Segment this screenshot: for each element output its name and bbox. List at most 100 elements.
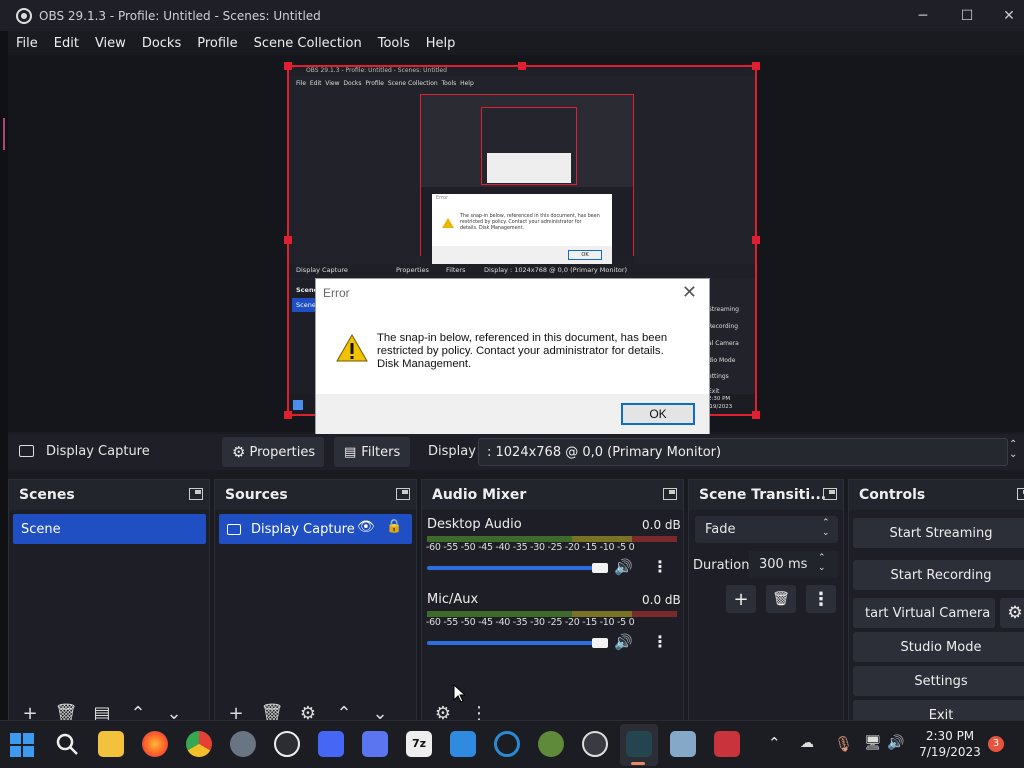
resize-handle-r[interactable] (752, 236, 760, 244)
obs-active-icon[interactable] (626, 731, 652, 757)
maximize-button[interactable]: ☐ (944, 0, 990, 31)
virtual-camera-settings-gear-icon[interactable]: ⚙ (1000, 598, 1024, 628)
app-w2-icon[interactable] (362, 731, 388, 757)
windows-start-icon[interactable] (10, 733, 34, 757)
close-button[interactable]: ✕ (986, 0, 1024, 31)
start-virtual-camera-button[interactable]: tart Virtual Camera (853, 598, 995, 628)
mic-aux-volume-slider[interactable] (427, 641, 607, 645)
menu-scene-collection[interactable]: Scene Collection (246, 36, 370, 51)
chrome-icon[interactable] (186, 731, 212, 757)
mic-aux-label: Mic/Aux (427, 592, 479, 607)
ok-button[interactable]: OK (621, 403, 695, 425)
desktop-audio-volume-slider[interactable] (427, 566, 607, 570)
filters-icon: ▤ (344, 444, 357, 460)
inner-title: OBS 29.1.3 - Profile: Untitled - Scenes:… (306, 67, 447, 74)
duration-label: Duration (693, 558, 750, 573)
undock-icon[interactable] (189, 488, 203, 500)
inner-error-msg: The snap-in below, referenced in this do… (460, 214, 600, 231)
inner-error-dialog: Error The snap-in below, referenced in t… (432, 194, 612, 264)
resize-handle-br[interactable] (752, 411, 760, 419)
mixer-title: Audio Mixer (432, 487, 527, 503)
volume-icon[interactable]: 🔊 (887, 735, 904, 751)
search-icon[interactable] (55, 732, 79, 756)
undock-icon[interactable] (396, 488, 410, 500)
photos-icon[interactable] (670, 731, 696, 757)
undock-icon[interactable] (823, 488, 837, 500)
more-options-icon[interactable]: ⋮ (652, 557, 668, 576)
obs-icon[interactable] (274, 731, 300, 757)
transition-properties-button[interactable]: ⋮ (806, 585, 836, 613)
menu-docks[interactable]: Docks (134, 36, 189, 51)
notepad-icon[interactable] (450, 731, 476, 757)
transition-select-chevron-icon: ⌃ ⌄ (822, 518, 830, 538)
cloud-icon[interactable]: ☁ (800, 735, 814, 751)
menu-edit[interactable]: Edit (46, 36, 87, 51)
minimize-button[interactable]: ─ (900, 0, 946, 31)
notification-badge[interactable]: 3 (988, 736, 1004, 752)
undock-icon[interactable] (663, 488, 677, 500)
visibility-eye-icon[interactable]: 👁 (357, 519, 375, 535)
plant-app-icon[interactable] (538, 731, 564, 757)
desktop-audio-db: 0.0 dB (642, 518, 681, 532)
desktop-audio-label: Desktop Audio (427, 517, 522, 532)
start-streaming-button[interactable]: Start Streaming (853, 518, 1024, 548)
title-bar: OBS 29.1.3 - Profile: Untitled - Scenes:… (0, 0, 1024, 31)
menu-tools[interactable]: Tools (370, 36, 418, 51)
lock-icon[interactable]: 🔒 (386, 519, 402, 534)
resize-handle-tl[interactable] (284, 62, 292, 70)
inner-display-value: : 1024x768 @ 0,0 (Primary Monitor) (510, 266, 628, 274)
filters-button[interactable]: ▤ Filters (334, 437, 410, 467)
undock-icon[interactable] (1017, 488, 1024, 500)
add-transition-button[interactable]: + (726, 585, 756, 613)
resize-handle-bl[interactable] (284, 411, 292, 419)
speaker-icon[interactable]: 🔊 (614, 633, 633, 651)
mic-aux-volume-knob[interactable] (591, 638, 608, 648)
display-label: Display (428, 444, 476, 459)
obs-logo-icon (16, 7, 32, 24)
display-select-chevron-icon[interactable]: ⌃ ⌄ (1009, 440, 1017, 460)
cards-app-icon[interactable] (714, 731, 740, 757)
inner-error-ok: OK (568, 250, 602, 260)
scene-item[interactable]: Scene (13, 514, 206, 544)
speaker-icon[interactable]: 🔊 (614, 558, 633, 576)
tray-chevron-icon[interactable]: ⌃ (768, 734, 781, 752)
file-explorer-icon[interactable] (98, 731, 124, 757)
monitor-icon (19, 445, 34, 457)
network-icon[interactable]: 🖥 (864, 735, 882, 751)
app-w1-icon[interactable] (318, 731, 344, 757)
settings-gear-icon[interactable] (230, 731, 256, 757)
menu-file[interactable]: File (8, 36, 46, 51)
resize-handle-t[interactable] (518, 62, 526, 70)
desktop-audio-volume-knob[interactable] (591, 563, 608, 573)
monitor-icon (227, 523, 241, 535)
menu-view[interactable]: View (87, 36, 134, 51)
menu-profile[interactable]: Profile (189, 36, 245, 51)
7zip-icon[interactable]: 7z (406, 731, 432, 757)
properties-button[interactable]: ⚙ Properties (222, 437, 324, 467)
edge-dev-icon[interactable] (494, 731, 520, 757)
menu-help[interactable]: Help (418, 36, 464, 51)
clock-time[interactable]: 2:30 PM (910, 729, 990, 743)
studio-mode-button[interactable]: Studio Mode (853, 632, 1024, 662)
more-options-icon[interactable]: ⋮ (652, 632, 668, 651)
duration-stepper-icon[interactable]: ⌃ ⌄ (818, 553, 826, 573)
inner-menu: File Edit View Docks Profile Scene Colle… (296, 80, 474, 87)
settings-button[interactable]: Settings (853, 666, 1024, 696)
error-close-icon[interactable]: ✕ (682, 282, 697, 303)
mic-aux-db: 0.0 dB (642, 593, 681, 607)
display-select[interactable]: : 1024x768 @ 0,0 (Primary Monitor) (478, 438, 1008, 466)
left-edge-marker (3, 118, 5, 150)
error-dialog-footer: OK (316, 394, 709, 436)
remove-transition-button[interactable]: 🗑 (766, 585, 796, 613)
source-item[interactable]: Display Capture (219, 514, 412, 544)
media-player-icon[interactable] (582, 731, 608, 757)
firefox-icon[interactable] (142, 731, 168, 757)
resize-handle-l[interactable] (284, 236, 292, 244)
resize-handle-tr[interactable] (752, 62, 760, 70)
start-recording-button[interactable]: Start Recording (853, 560, 1024, 590)
clock-date[interactable]: 7/19/2023 (910, 745, 990, 759)
transition-select[interactable]: Fade (695, 516, 838, 543)
menu-bar: File Edit View Docks Profile Scene Colle… (8, 31, 1024, 55)
microphone-icon[interactable]: 🎙 (834, 735, 853, 753)
inner-start-icon (293, 400, 303, 410)
